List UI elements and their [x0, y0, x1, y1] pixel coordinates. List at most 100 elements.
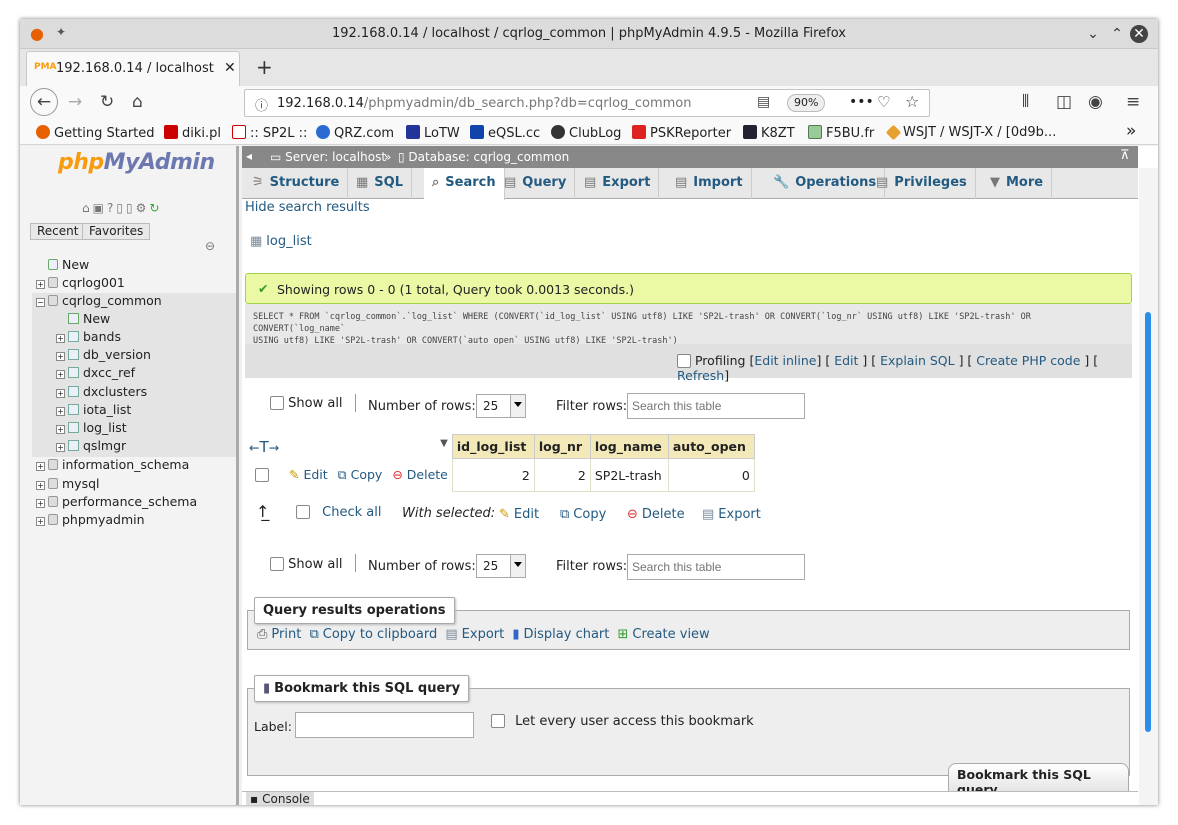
back-icon[interactable]: ←: [30, 88, 58, 116]
bookmark-label-input[interactable]: [295, 712, 474, 738]
profiling-checkbox[interactable]: [677, 354, 691, 368]
expand-icon[interactable]: +: [36, 462, 45, 471]
bookmark-8[interactable]: K8ZT: [743, 125, 795, 141]
zoom-indicator[interactable]: 90%: [787, 94, 826, 112]
bookmark-star-icon[interactable]: ☆: [905, 92, 919, 111]
pocket-icon[interactable]: ♡: [877, 93, 890, 111]
cell-id-log-list[interactable]: 2: [451, 458, 535, 492]
bulk-copy-button[interactable]: ⧉ Copy: [560, 507, 606, 522]
cell-log-nr[interactable]: 2: [533, 458, 591, 492]
close-tab-icon[interactable]: ✕: [224, 60, 236, 76]
tab-sql[interactable]: ▦ SQL: [348, 168, 412, 199]
col-header-0[interactable]: id_log_list: [451, 434, 535, 459]
bookmark-6[interactable]: ClubLog: [551, 125, 621, 141]
tab-import[interactable]: ▤ Import: [667, 168, 752, 199]
reload-icon[interactable]: ↻: [100, 92, 114, 112]
close-icon[interactable]: ✕: [1130, 25, 1148, 43]
expand-icon[interactable]: +: [56, 443, 65, 452]
bookmark-9[interactable]: F5BU.fr: [808, 125, 874, 141]
page-actions-icon[interactable]: •••: [849, 94, 874, 110]
expand-icon[interactable]: +: [56, 425, 65, 434]
tab-export[interactable]: ▤ Export: [576, 168, 660, 199]
bookmark-1[interactable]: diki.pl: [164, 125, 221, 141]
phpmyadmin-logo[interactable]: phpMyAdmin: [58, 150, 215, 175]
tree-item[interactable]: + bands: [56, 329, 121, 344]
expand-icon[interactable]: +: [56, 389, 65, 398]
account-icon[interactable]: ◉: [1088, 92, 1103, 112]
forward-icon[interactable]: →: [68, 92, 82, 112]
nav-icons[interactable]: ⌂▣?▯▯⚙↻: [82, 201, 162, 215]
bookmark-5[interactable]: eQSL.cc: [470, 125, 540, 141]
expand-icon[interactable]: +: [36, 481, 45, 490]
expand-icon[interactable]: +: [56, 407, 65, 416]
menu-icon[interactable]: ≡: [1126, 92, 1140, 112]
share-bookmark-checkbox[interactable]: [491, 714, 505, 728]
tab-structure[interactable]: ⚞ Structure: [244, 168, 349, 199]
cell-auto-open[interactable]: 0: [667, 458, 755, 492]
new-tab-icon[interactable]: +: [256, 55, 273, 79]
tab-privileges[interactable]: ▤ Privileges: [868, 168, 976, 199]
create-php-code-link[interactable]: Create PHP code: [976, 353, 1080, 368]
tree-item[interactable]: +New: [56, 311, 110, 326]
console-tab[interactable]: ▪ Console: [246, 792, 314, 805]
tree-item[interactable]: + dxclusters: [56, 384, 147, 399]
sidebar-icon[interactable]: ◫: [1056, 92, 1072, 112]
bookmark-10[interactable]: WSJT / WSJT-X / [0d9b...: [885, 124, 1056, 141]
col-header-1[interactable]: log_nr: [533, 434, 591, 459]
edit-inline-link[interactable]: Edit inline: [754, 353, 816, 368]
browser-tab[interactable]: PMA 192.168.0.14 / localhost / c ✕: [26, 51, 240, 86]
hide-search-results-link[interactable]: Hide search results: [245, 200, 370, 215]
tree-item[interactable]: + phpmyadmin: [36, 512, 145, 527]
row-copy-link[interactable]: ⧉ Copy: [338, 467, 383, 482]
database-link[interactable]: ▯ Database: cqrlog_common: [398, 150, 569, 164]
create-view-link[interactable]: ⊞ Create view: [618, 627, 710, 642]
maximize-icon[interactable]: ⌃: [1108, 25, 1126, 43]
server-link[interactable]: ▭ Server: localhost: [270, 150, 386, 164]
url-bar[interactable]: ⓘ 192.168.0.14/phpmyadmin/db_search.php?…: [244, 89, 930, 117]
num-rows-select-bottom[interactable]: 25: [476, 554, 526, 578]
expand-icon[interactable]: −: [36, 298, 45, 307]
edit-link[interactable]: Edit: [834, 353, 858, 368]
tree-item[interactable]: + db_version: [56, 347, 151, 362]
console-bar[interactable]: ▪ Console: [242, 791, 1138, 805]
expand-icon[interactable]: +: [36, 517, 45, 526]
column-controls[interactable]: ←T→ ▼: [245, 434, 453, 459]
link-icon[interactable]: ⊖: [205, 239, 215, 253]
home-icon[interactable]: ⌂: [132, 92, 143, 112]
bookmark-0[interactable]: Getting Started: [36, 125, 155, 141]
minimize-icon[interactable]: ⌄: [1084, 25, 1102, 43]
export-link[interactable]: ▤ Export: [445, 627, 504, 642]
bulk-edit-button[interactable]: ✎ Edit: [499, 507, 539, 522]
bookmark-2[interactable]: :: SP2L ::: [232, 125, 307, 141]
row-delete-link[interactable]: ⊖ Delete: [392, 467, 448, 482]
bookmark-7[interactable]: PSKReporter: [632, 125, 731, 141]
tab-query[interactable]: ▤ Query: [496, 168, 576, 199]
favorites-button[interactable]: Favorites: [82, 223, 151, 240]
copy-clipboard-link[interactable]: ⧉ Copy to clipboard: [309, 627, 437, 642]
cell-log-name[interactable]: SP2L-trash: [589, 458, 669, 492]
expand-icon[interactable]: +: [36, 499, 45, 508]
tree-item[interactable]: + dxcc_ref: [56, 365, 135, 380]
table-link[interactable]: ▦ log_list: [250, 234, 312, 249]
maximize-panel-icon[interactable]: ⊼: [1120, 148, 1130, 163]
col-header-2[interactable]: log_name: [589, 434, 669, 459]
expand-icon[interactable]: +: [56, 352, 65, 361]
tab-search[interactable]: ⌕ Search: [424, 168, 505, 200]
tree-item[interactable]: + mysql: [36, 476, 100, 491]
more-bookmarks-icon[interactable]: »: [1126, 121, 1136, 141]
collapse-icon[interactable]: ◂: [246, 149, 252, 163]
expand-icon[interactable]: +: [56, 334, 65, 343]
bookmark-4[interactable]: LoTW: [406, 125, 460, 141]
recent-button[interactable]: Recent: [30, 223, 86, 240]
tab-more[interactable]: ▼ More: [982, 168, 1053, 199]
print-link[interactable]: ⎙ Print: [257, 627, 301, 642]
display-chart-link[interactable]: ▮ Display chart: [512, 627, 609, 642]
tree-item[interactable]: + iota_list: [56, 402, 131, 417]
row-edit-link[interactable]: ✎ Edit: [289, 467, 328, 482]
check-all[interactable]: Check all: [296, 505, 381, 520]
explain-sql-link[interactable]: Explain SQL: [880, 353, 954, 368]
library-icon[interactable]: ⫴: [1022, 92, 1029, 112]
col-header-3[interactable]: auto_open: [667, 434, 755, 459]
tree-item[interactable]: − cqrlog_common: [36, 293, 162, 308]
info-icon[interactable]: ⓘ: [255, 95, 268, 114]
